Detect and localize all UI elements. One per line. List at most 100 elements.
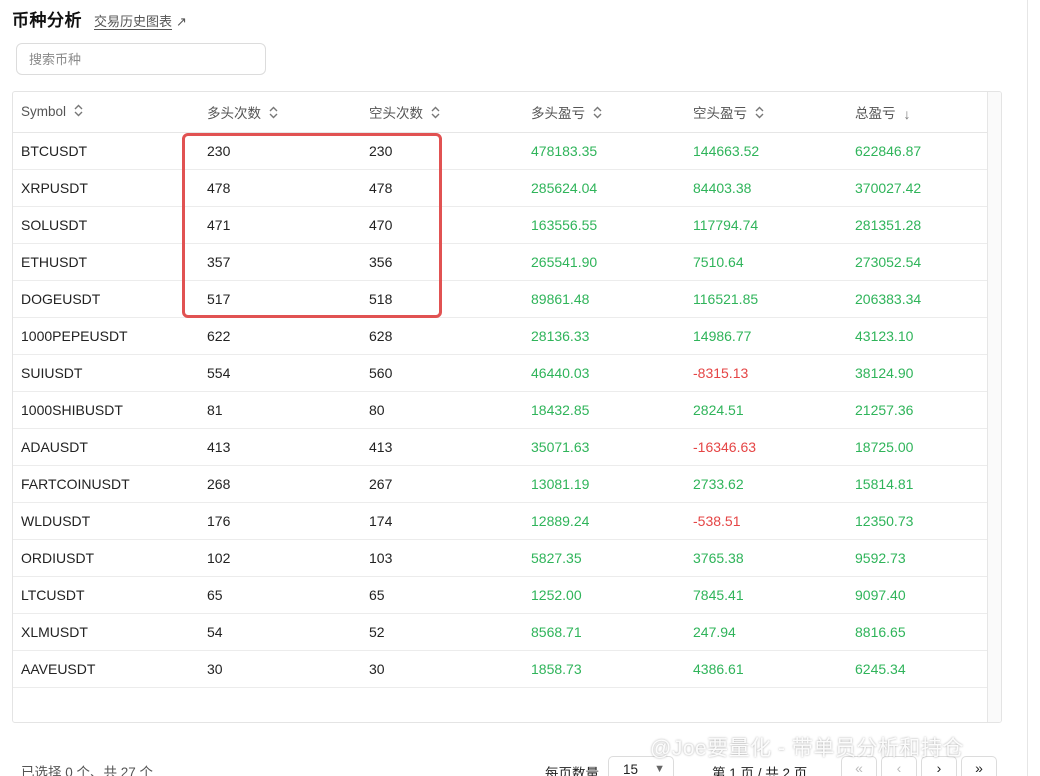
column-header-0[interactable]: Symbol	[13, 92, 199, 133]
column-header-4[interactable]: 空头盈亏	[685, 92, 847, 133]
column-header-5[interactable]: 总盈亏 ↓	[847, 92, 988, 133]
table-cell: 13081.19	[523, 465, 685, 503]
table-row[interactable]: 1000PEPEUSDT 622 628 28136.33 14986.77 43123.…	[13, 317, 988, 355]
page-title: 币种分析	[12, 11, 82, 30]
table-row[interactable]: XLMUSDT 54 52 8568.71 247.94 8816.65	[13, 613, 988, 651]
table-cell: 81	[199, 391, 361, 429]
table-cell: 478	[361, 169, 523, 207]
trade-history-chart-link[interactable]: 交易历史图表 ↗	[94, 11, 187, 30]
table-row[interactable]: ADAUSDT 413 413 35071.63 -16346.63 18725.00	[13, 428, 988, 466]
sort-toggle-icon[interactable]	[755, 106, 764, 122]
table-cell: 8568.71	[523, 613, 685, 651]
table-cell: SUIUSDT	[13, 354, 199, 392]
double-chevron-right-icon: »	[975, 760, 983, 776]
table-cell: 2733.62	[685, 465, 847, 503]
table-cell: 7845.41	[685, 576, 847, 614]
table-footer: 已选择 0 个、共 27 个 每页数量 15 ▼ 第 1 页 / 共 2 页 «…	[0, 756, 1040, 776]
column-header-label: 空头盈亏	[693, 105, 747, 121]
column-header-label: 空头次数	[369, 105, 423, 121]
page-size-label: 每页数量	[545, 766, 599, 776]
sort-toggle-icon[interactable]	[74, 104, 83, 120]
table-row[interactable]: ORDIUSDT 102 103 5827.35 3765.38 9592.73	[13, 539, 988, 577]
table-cell: 273052.54	[847, 243, 988, 281]
table-cell: 1858.73	[531, 660, 582, 677]
table-row[interactable]: SOLUSDT 471 470 163556.55 117794.74 281351.28	[13, 206, 988, 244]
table-cell: 356	[361, 243, 523, 281]
table-cell: 15814.81	[847, 465, 988, 503]
first-page-button[interactable]: «	[841, 756, 877, 776]
table-row[interactable]: LTCUSDT 65 65 1252.00 7845.41 9097.40	[13, 576, 988, 614]
table-row[interactable]: AAVEUSDT 30 30 1858.73 4386.61 6245.34	[13, 650, 988, 687]
table-cell: LTCUSDT	[13, 576, 199, 614]
table-cell: XRPUSDT	[13, 169, 199, 207]
table-cell: 6245.34	[855, 660, 906, 677]
table-cell: 517	[199, 280, 361, 318]
table-cell: FARTCOINUSDT	[13, 465, 199, 503]
table-cell: 163556.55	[523, 206, 685, 244]
table-cell: 471	[199, 206, 361, 244]
table-row[interactable]: WLDUSDT 176 174 12889.24 -538.51 12350.73	[13, 502, 988, 540]
table-cell: 1000SHIBUSDT	[13, 391, 199, 429]
table-cell: 65	[361, 576, 523, 614]
table-cell: 116521.85	[685, 280, 847, 318]
table-cell: 176	[199, 502, 361, 540]
table-cell: 560	[361, 354, 523, 392]
chevron-down-icon: ▼	[654, 763, 665, 775]
prev-page-button[interactable]: ‹	[881, 756, 917, 776]
table-cell: ETHUSDT	[13, 243, 199, 281]
page-size-select[interactable]: 15 ▼	[608, 756, 674, 776]
page-size-value: 15	[623, 762, 639, 776]
table-cell: 89861.48	[523, 280, 685, 318]
table-cell: DOGEUSDT	[13, 280, 199, 318]
table-row[interactable]: BTCUSDT 230 230 478183.35 144663.52 622846.87	[13, 132, 988, 170]
column-header-label: 总盈亏	[855, 105, 896, 121]
search-symbol-input[interactable]	[16, 43, 266, 75]
table-cell: 43123.10	[847, 317, 988, 355]
table-cell: 413	[361, 428, 523, 466]
table-cell: 12889.24	[523, 502, 685, 540]
table-cell: 18432.85	[523, 391, 685, 429]
sort-toggle-icon[interactable]	[269, 106, 278, 122]
table-cell: 28136.33	[523, 317, 685, 355]
table-cell: 144663.52	[685, 132, 847, 170]
column-header-3[interactable]: 多头盈亏	[523, 92, 685, 133]
table-cell: WLDUSDT	[13, 502, 199, 540]
table-row[interactable]: DOGEUSDT 517 518 89861.48 116521.85 206383.34	[13, 280, 988, 318]
table-cell: 103	[361, 539, 523, 577]
table-cell: 470	[361, 206, 523, 244]
table-cell: 478	[199, 169, 361, 207]
table-cell: ORDIUSDT	[13, 539, 199, 577]
next-page-button[interactable]: ›	[921, 756, 957, 776]
table-row[interactable]: XRPUSDT 478 478 285624.04 84403.38 370027.42	[13, 169, 988, 207]
table-row[interactable]: SUIUSDT 554 560 46440.03 -8315.13 38124.90	[13, 354, 988, 392]
table-cell: 5827.35	[523, 539, 685, 577]
table-row[interactable]: 1000SHIBUSDT 81 80 18432.85 2824.51 21257.36	[13, 391, 988, 429]
sort-descending-icon[interactable]: ↓	[904, 106, 911, 122]
double-chevron-left-icon: «	[855, 760, 863, 776]
table-cell: 9592.73	[847, 539, 988, 577]
sort-toggle-icon[interactable]	[431, 106, 440, 122]
sort-toggle-icon[interactable]	[593, 106, 602, 122]
column-header-2[interactable]: 空头次数	[361, 92, 523, 133]
table-cell: 102	[199, 539, 361, 577]
last-page-button[interactable]: »	[961, 756, 997, 776]
page-right-divider	[1027, 0, 1028, 776]
trade-history-chart-link-label: 交易历史图表	[94, 14, 173, 29]
table-cell: 518	[361, 280, 523, 318]
column-header-1[interactable]: 多头次数	[199, 92, 361, 133]
table-cell: 14986.77	[685, 317, 847, 355]
table-cell: 230	[361, 132, 523, 170]
table-cell: 281351.28	[847, 206, 988, 244]
table-vertical-scrollbar[interactable]	[987, 92, 1001, 722]
column-header-label: Symbol	[21, 103, 67, 119]
table-row[interactable]: FARTCOINUSDT 268 267 13081.19 2733.62 15814.8…	[13, 465, 988, 503]
table-cell: -8315.13	[685, 354, 847, 392]
table-cell: 80	[361, 391, 523, 429]
table-cell: 46440.03	[523, 354, 685, 392]
symbol-analysis-table: Symbol 多头次数 空头次数 多头盈亏 空头盈亏 总盈亏 ↓ BTCUSDT 230 230…	[12, 91, 1002, 723]
table-cell: -538.51	[685, 502, 847, 540]
table-cell: 30	[207, 660, 223, 677]
table-cell: 18725.00	[847, 428, 988, 466]
table-row[interactable]: ETHUSDT 357 356 265541.90 7510.64 273052.54	[13, 243, 988, 281]
table-cell: 628	[361, 317, 523, 355]
